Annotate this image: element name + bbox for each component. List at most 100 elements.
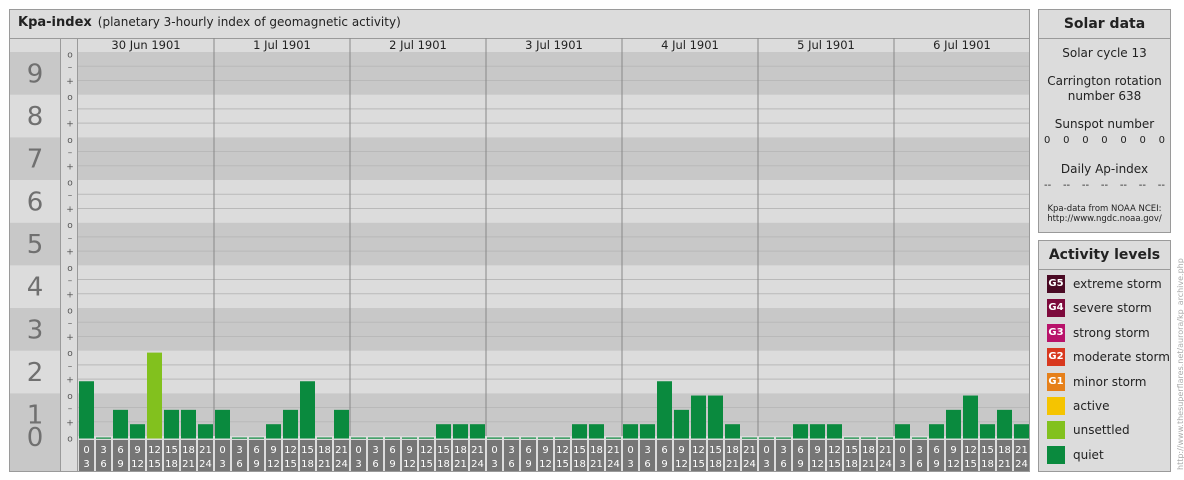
ap-index-label: Daily Ap-index — [1060, 162, 1149, 176]
y-band — [78, 222, 1029, 266]
y-minor-label: o — [67, 307, 73, 317]
interval-end-label: 18 — [981, 459, 994, 470]
kp-bar — [300, 381, 315, 439]
kp-bar — [997, 409, 1012, 439]
y-minor-label: + — [66, 162, 74, 172]
kp-bar — [776, 437, 791, 439]
kp-bar — [113, 409, 128, 439]
kp-bar — [385, 437, 400, 439]
interval-start-label: 3 — [916, 445, 922, 456]
interval-start-label: 15 — [981, 445, 994, 456]
interval-end-label: 18 — [845, 459, 858, 470]
activity-level-swatch — [1047, 397, 1065, 415]
kp-bar — [487, 437, 502, 439]
interval-start-label: 18 — [590, 445, 603, 456]
y-tick-label: 3 — [27, 315, 44, 345]
sunspot-value: 0 — [1158, 135, 1165, 146]
activity-level-swatch: G1 — [1047, 372, 1065, 391]
interval-end-label: 12 — [403, 459, 416, 470]
interval-start-label: 9 — [542, 445, 548, 456]
interval-start-label: 9 — [134, 445, 140, 456]
interval-start-label: 9 — [678, 445, 684, 456]
y-tick-label: 5 — [27, 230, 44, 260]
interval-start-label: 3 — [236, 445, 242, 456]
kp-bar — [470, 424, 485, 439]
ap-value: -- — [1119, 180, 1128, 191]
solar-data-heading: Solar data — [1039, 10, 1170, 39]
interval-start-label: 18 — [726, 445, 739, 456]
interval-start-label: 3 — [508, 445, 514, 456]
interval-start-label: 6 — [253, 445, 259, 456]
ap-value: -- — [1100, 180, 1109, 191]
interval-end-label: 3 — [355, 459, 361, 470]
sunspot-value: 0 — [1101, 135, 1108, 146]
interval-start-label: 15 — [573, 445, 586, 456]
y-tick-label: 2 — [27, 358, 44, 388]
kp-bar — [351, 437, 366, 439]
kp-bar — [555, 437, 570, 439]
interval-start-label: 21 — [607, 445, 620, 456]
interval-end-label: 3 — [899, 459, 905, 470]
activity-level-label: strong storm — [1073, 325, 1150, 340]
interval-end-label: 21 — [182, 459, 195, 470]
kp-bar — [181, 409, 196, 439]
interval-start-label: 12 — [828, 445, 841, 456]
carrington-line2: number 638 — [1067, 89, 1142, 103]
kp-bar — [946, 409, 961, 439]
interval-end-label: 24 — [335, 459, 348, 470]
y-minor-label: o — [67, 93, 73, 103]
y-minor-label: – — [68, 319, 73, 329]
interval-end-label: 21 — [590, 459, 603, 470]
y-tick-label: 9 — [27, 59, 44, 89]
interval-end-label: 6 — [916, 459, 922, 470]
interval-start-label: 15 — [301, 445, 314, 456]
interval-start-label: 21 — [1015, 445, 1028, 456]
interval-start-label: 6 — [661, 445, 667, 456]
activity-level-item: G1 minor storm — [1047, 372, 1146, 391]
interval-start-label: 15 — [709, 445, 722, 456]
interval-start-label: 0 — [219, 445, 225, 456]
y-tick-label: 1 — [27, 401, 44, 431]
activity-levels-panel: Activity levels G5 extreme storm G4 severe … — [1038, 240, 1171, 472]
activity-level-swatch: G5 — [1047, 275, 1065, 293]
kp-bar — [164, 409, 179, 439]
y-minor-label: – — [68, 148, 73, 158]
y-minor-label: + — [66, 248, 74, 258]
source-link[interactable]: http://www.ngdc.noaa.gov/ — [1039, 214, 1170, 225]
interval-start-label: 6 — [525, 445, 531, 456]
day-label: 5 Jul 1901 — [797, 38, 855, 52]
interval-end-label: 21 — [318, 459, 331, 470]
interval-start-label: 21 — [743, 445, 756, 456]
kp-bar — [538, 437, 553, 439]
kp-bar — [980, 424, 995, 439]
kp-bar — [963, 395, 978, 439]
kp-bar — [742, 437, 757, 439]
sunspot-value: 0 — [1063, 135, 1070, 146]
sunspot-values: 0 0 0 0 0 0 0 — [1044, 135, 1165, 146]
y-tick-label: 8 — [27, 102, 44, 132]
activity-level-item: active — [1047, 397, 1109, 415]
kp-bar — [453, 424, 468, 439]
kp-bar — [895, 424, 910, 439]
y-minor-label: o — [67, 179, 73, 189]
interval-start-label: 6 — [933, 445, 939, 456]
interval-end-label: 24 — [1015, 459, 1028, 470]
y-minor-label: – — [68, 233, 73, 243]
interval-end-label: 6 — [372, 459, 378, 470]
y-tick-label: 4 — [27, 273, 44, 303]
activity-level-label: unsettled — [1073, 423, 1130, 438]
kp-bar — [368, 437, 383, 439]
sunspot-value: 0 — [1082, 135, 1089, 146]
interval-end-label: 15 — [284, 459, 297, 470]
activity-level-item: quiet — [1047, 445, 1104, 464]
interval-start-label: 18 — [998, 445, 1011, 456]
kp-bar — [844, 437, 859, 439]
ap-value: -- — [1138, 180, 1146, 191]
y-band — [78, 350, 1029, 394]
interval-end-label: 15 — [828, 459, 841, 470]
y-minor-label: – — [68, 191, 73, 201]
sunspot-value: 0 — [1139, 135, 1146, 146]
day-label: 6 Jul 1901 — [933, 38, 991, 52]
sunspot-label: Sunspot number — [1054, 117, 1155, 131]
interval-end-label: 9 — [525, 459, 531, 470]
